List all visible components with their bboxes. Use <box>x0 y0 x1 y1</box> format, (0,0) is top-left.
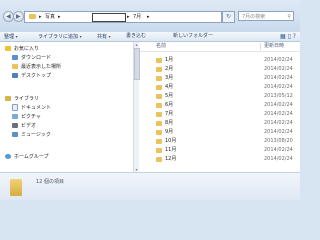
view-options-icons[interactable]: ▦ ▯ ? <box>280 33 296 40</box>
list-item[interactable]: 7月 2014/02/24 <box>140 110 300 119</box>
list-item[interactable]: 8月 2014/02/24 <box>140 119 300 128</box>
folder-icon <box>29 14 36 19</box>
libraries-header[interactable]: ライブラリ <box>5 95 39 103</box>
redacted-breadcrumb <box>92 13 126 22</box>
folder-icon <box>156 148 162 153</box>
desktop-icon <box>12 73 18 78</box>
folder-icon <box>156 112 162 117</box>
folder-icon <box>156 76 162 81</box>
folder-icon <box>156 121 162 126</box>
nav-item-recent-places[interactable]: 最近表示した場所 <box>12 63 61 71</box>
search-placeholder: 7月の検索 <box>242 14 266 20</box>
homegroup-icon <box>5 154 11 159</box>
nav-item-desktop[interactable]: デスクトップ <box>12 72 51 80</box>
breadcrumb-item-july[interactable]: 7月 <box>133 13 141 21</box>
download-icon <box>12 55 18 60</box>
breadcrumb-separator: ▸ <box>58 14 61 20</box>
folder-icon <box>156 94 162 99</box>
search-input[interactable]: 7月の検索 ⚲ <box>238 11 294 21</box>
column-header-name[interactable]: 名前 <box>156 42 166 51</box>
folder-icon <box>156 139 162 144</box>
videos-icon <box>12 123 18 128</box>
folder-icon <box>156 85 162 90</box>
breadcrumb-item-photos[interactable]: 写真 <box>45 13 55 21</box>
breadcrumb-separator: ▸ <box>127 14 130 20</box>
list-item[interactable]: 10月 2013/08/20 <box>140 137 300 146</box>
list-item[interactable]: 5月 2013/05/12 <box>140 92 300 101</box>
list-item[interactable]: 12月 2014/02/24 <box>140 155 300 164</box>
search-icon: ⚲ <box>287 14 291 20</box>
list-item[interactable]: 9月 2014/02/24 <box>140 128 300 137</box>
list-item[interactable]: 4月 2014/02/24 <box>140 83 300 92</box>
breadcrumb-separator: ▸ <box>39 14 42 20</box>
command-bar: 整理 ▾ ライブラリに追加 ▾ 共有 ▾ 書き込む 新しいフォルダー ▦ ▯ ? <box>0 32 300 42</box>
item-count: 12 個の項目 <box>36 179 64 185</box>
add-to-library-menu[interactable]: ライブラリに追加 ▾ <box>38 33 82 41</box>
recent-places-icon <box>12 64 18 69</box>
star-icon <box>5 46 11 51</box>
nav-item-pictures[interactable]: ピクチャ <box>12 113 41 121</box>
folder-icon <box>156 103 162 108</box>
forward-arrow-icon: ▶ <box>16 13 21 20</box>
list-item[interactable]: 6月 2014/02/24 <box>140 101 300 110</box>
folder-icon <box>10 179 22 196</box>
scroll-up-icon[interactable]: ▴ <box>134 42 139 47</box>
documents-icon <box>12 104 18 111</box>
music-icon <box>12 132 18 137</box>
nav-scrollbar[interactable]: ▴ ▾ <box>133 42 140 172</box>
details-pane: 12 個の項目 <box>0 172 300 200</box>
refresh-button[interactable]: ↻ <box>222 11 235 23</box>
list-item[interactable]: 2月 2014/02/24 <box>140 65 300 74</box>
list-item[interactable]: 1月 2014/02/24 <box>140 56 300 65</box>
explorer-window: ◀ ▶ ▸ 写真 ▸ ▸ 7月 ▸ ↻ 7月の検索 ⚲ 整理 ▾ ライブラリに追… <box>0 0 300 200</box>
nav-item-downloads[interactable]: ダウンロード <box>12 54 51 62</box>
column-divider[interactable] <box>260 43 261 50</box>
column-header-row: 名前 更新日時 <box>140 42 300 52</box>
column-header-date[interactable]: 更新日時 <box>264 42 284 51</box>
folder-icon <box>156 58 162 63</box>
address-bar-area: ◀ ▶ ▸ 写真 ▸ ▸ 7月 ▸ ↻ 7月の検索 ⚲ <box>0 0 300 32</box>
favorites-header[interactable]: お気に入り <box>5 45 39 53</box>
folder-icon <box>156 67 162 72</box>
library-icon <box>5 96 11 101</box>
nav-item-videos[interactable]: ビデオ <box>12 122 36 130</box>
breadcrumb-separator: ▸ <box>147 14 150 20</box>
pictures-icon <box>12 114 18 119</box>
address-bar[interactable]: ▸ 写真 ▸ ▸ 7月 ▸ <box>24 11 222 23</box>
forward-button[interactable]: ▶ <box>13 11 24 22</box>
list-item[interactable]: 3月 2014/02/24 <box>140 74 300 83</box>
folder-icon <box>156 157 162 162</box>
nav-item-documents[interactable]: ドキュメント <box>12 104 51 112</box>
chevron-down-icon: ▾ <box>15 34 18 39</box>
burn-button[interactable]: 書き込む <box>126 33 146 40</box>
back-arrow-icon: ◀ <box>6 13 11 20</box>
share-menu[interactable]: 共有 ▾ <box>97 33 111 41</box>
folder-icon <box>156 130 162 135</box>
list-item[interactable]: 11月 2014/02/24 <box>140 146 300 155</box>
refresh-icon: ↻ <box>225 13 232 20</box>
organize-menu[interactable]: 整理 ▾ <box>4 33 18 41</box>
chevron-down-icon: ▾ <box>79 34 82 39</box>
nav-item-homegroup[interactable]: ホームグループ <box>5 153 49 161</box>
chevron-down-icon: ▾ <box>108 34 111 39</box>
navigation-pane: お気に入り ダウンロード 最近表示した場所 デスクトップ ライブラリ ドキュメン… <box>0 42 134 172</box>
new-folder-button[interactable]: 新しいフォルダー <box>173 33 213 40</box>
file-list: 名前 更新日時 1月 2014/02/24 2月 2014/02/24 3月 2014… <box>140 42 300 172</box>
nav-item-music[interactable]: ミュージック <box>12 131 51 139</box>
